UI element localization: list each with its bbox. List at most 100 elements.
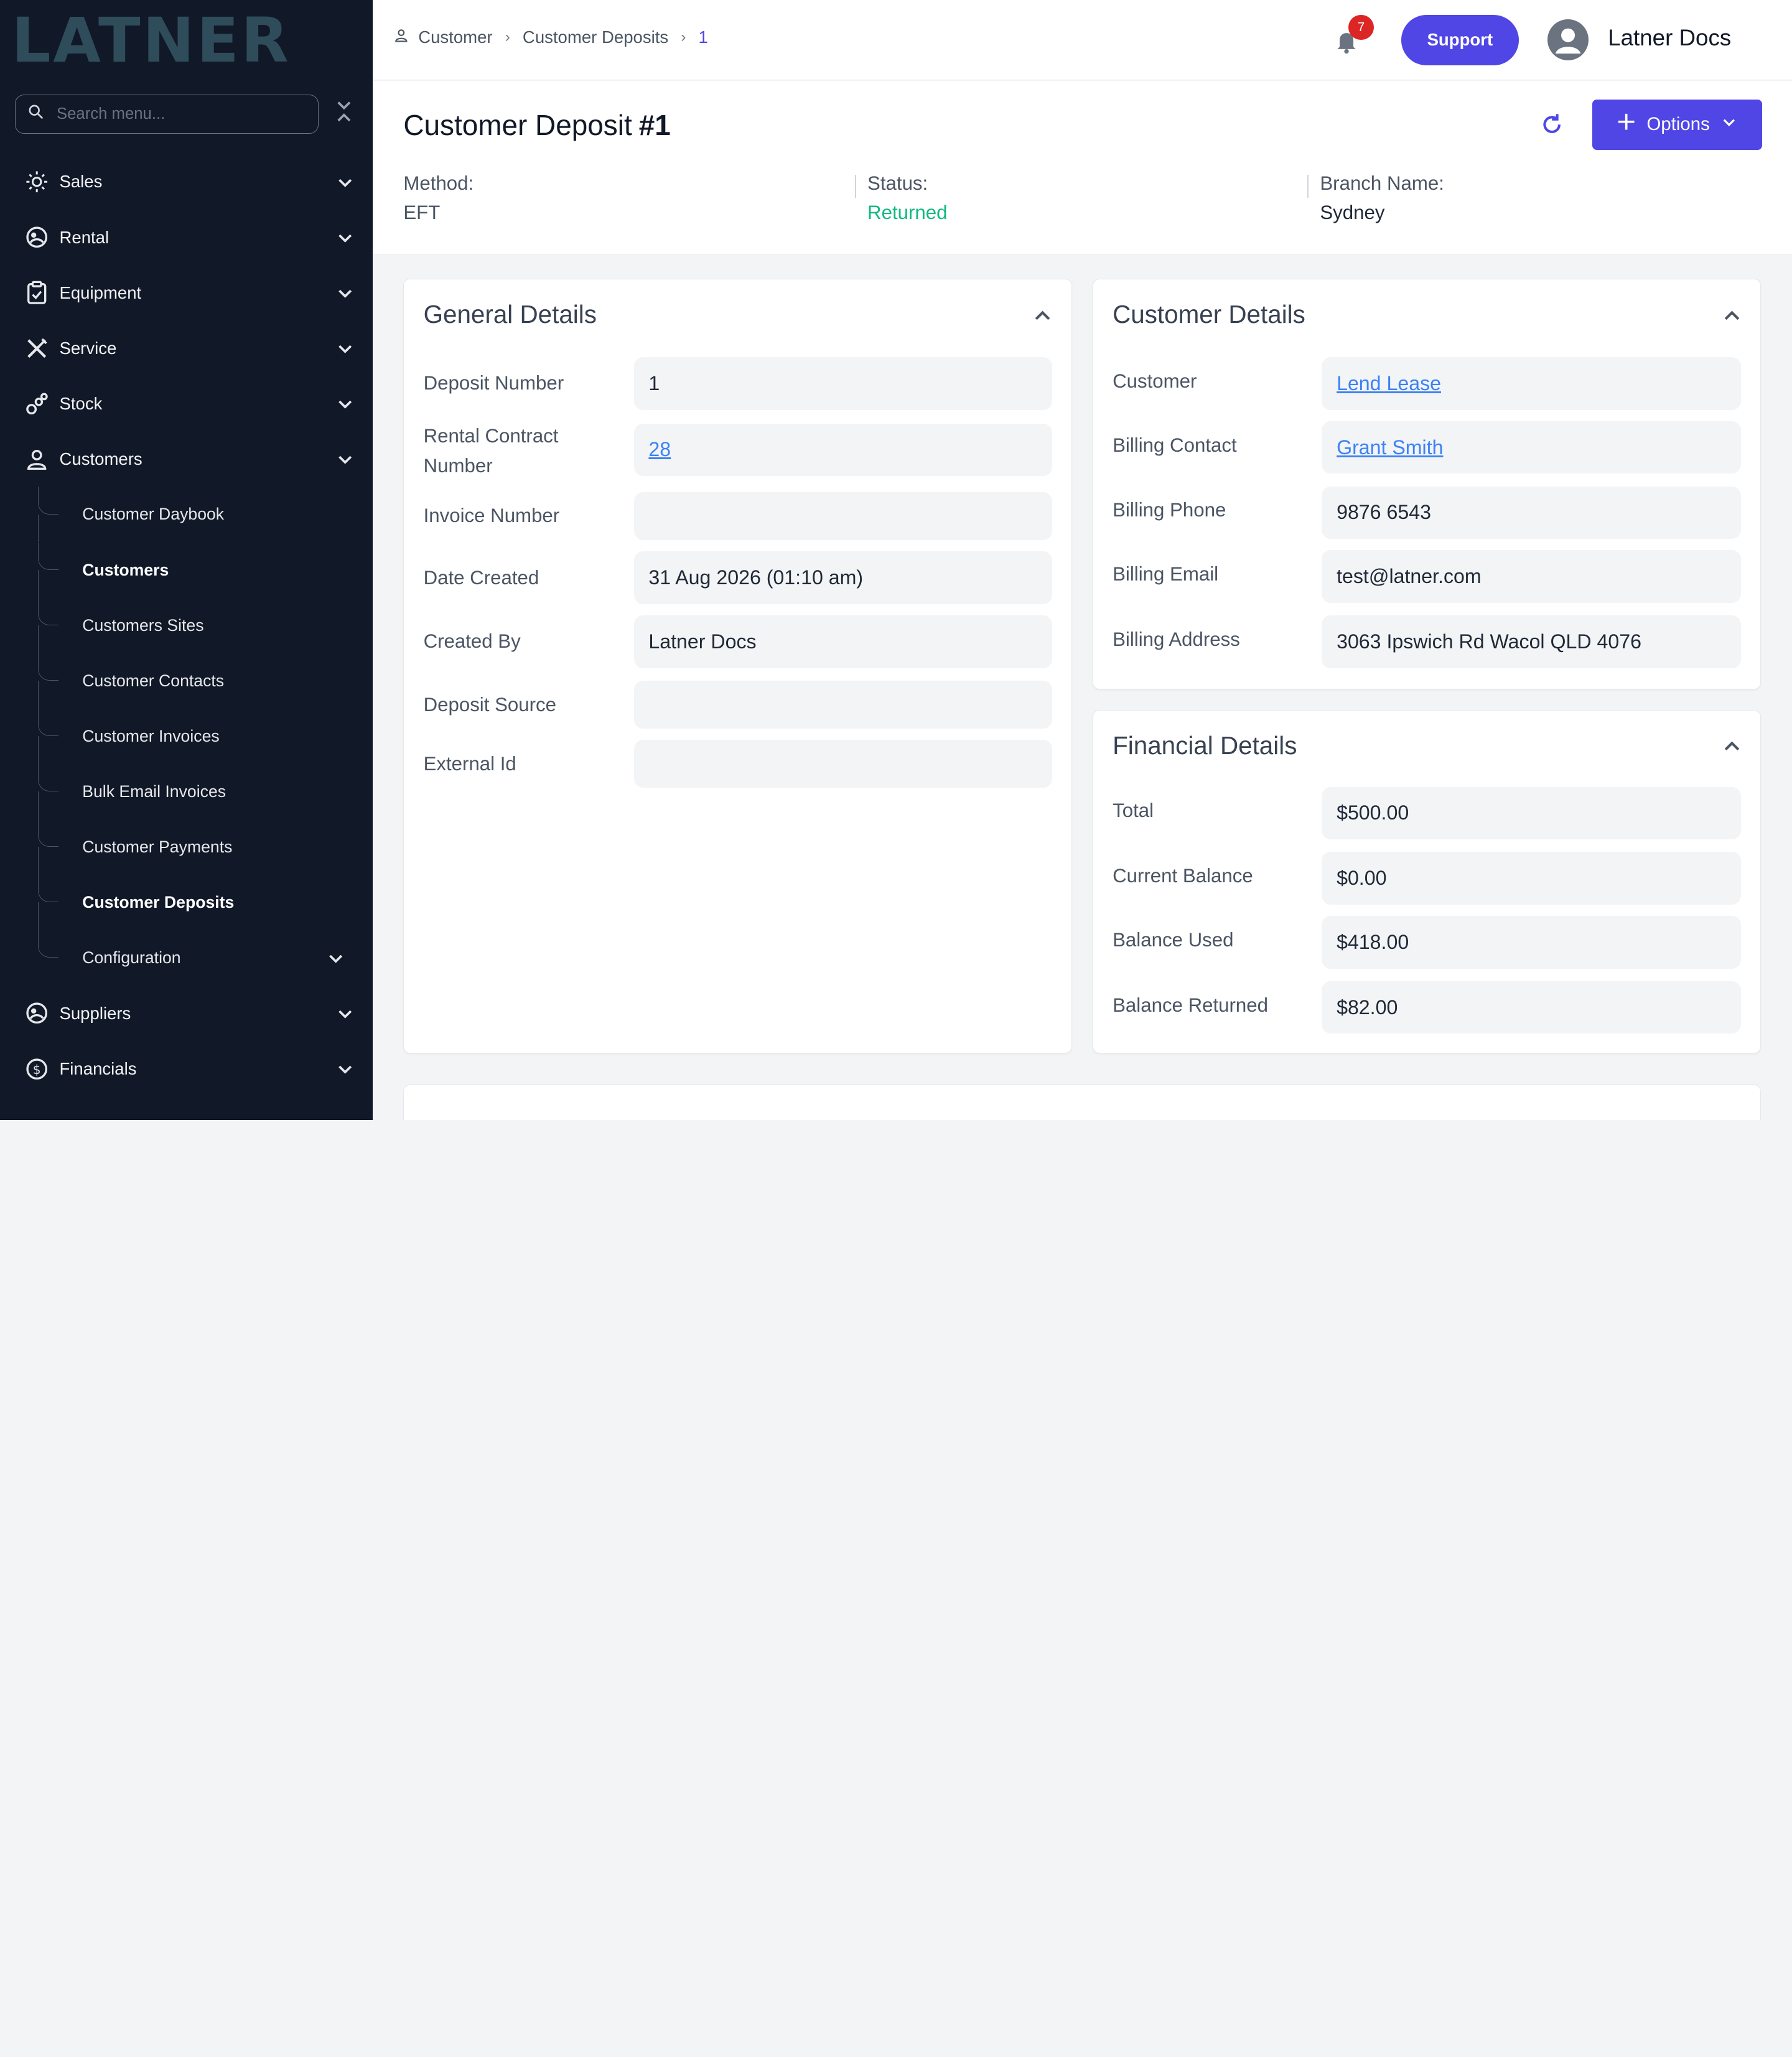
app-root: LATNER Sales <box>0 0 1792 1120</box>
sidebar-item-financials[interactable]: $ Financials <box>0 1041 373 1096</box>
chevron-down-icon <box>1721 114 1737 135</box>
tree-branch-line <box>37 819 58 847</box>
sidebar-item-service[interactable]: Service <box>0 320 373 376</box>
sidebar-subitem-customer-contacts[interactable]: Customer Contacts <box>0 653 373 709</box>
sidebar-search <box>14 95 319 134</box>
tree-branch-line <box>37 653 58 681</box>
related-tabs-card <box>403 1084 1762 1120</box>
field-date-created: Date Created 31 Aug 2026 (01:10 am) <box>424 551 1052 604</box>
user-icon <box>23 445 50 473</box>
sidebar-subitem-bulk-email-invoices[interactable]: Bulk Email Invoices <box>0 763 373 819</box>
tree-vertical-line <box>37 791 39 819</box>
sidebar-subitem-customer-deposits[interactable]: Customer Deposits <box>0 874 373 931</box>
search-icon <box>27 103 45 126</box>
user-avatar[interactable] <box>1547 19 1589 61</box>
latner-logo[interactable]: LATNER <box>11 11 350 71</box>
customer-link[interactable]: Lend Lease <box>1337 372 1441 395</box>
meta-method: Method: EFT <box>403 172 474 224</box>
chevron-up-icon[interactable] <box>1722 735 1742 756</box>
tree-branch-line <box>37 930 58 958</box>
meta-label: Method: <box>403 172 474 195</box>
chevron-down-icon <box>338 234 352 243</box>
tree-vertical-line <box>37 514 39 543</box>
sidebar-subitem-customer-daybook[interactable]: Customer Daybook <box>0 487 373 543</box>
field-label: Billing Email <box>1113 563 1219 585</box>
tree-branch-line <box>37 763 58 791</box>
meta-label: Branch Name: <box>1320 172 1444 195</box>
breadcrumb-customer-deposits[interactable]: Customer Deposits <box>523 27 668 47</box>
meta-value: EFT <box>403 202 441 224</box>
field-value: Latner Docs <box>633 615 1052 668</box>
field-external-id: External Id <box>424 740 1052 788</box>
field-current-balance: Current Balance $0.00 <box>1113 852 1742 905</box>
rental-contract-link[interactable]: 28 <box>648 438 671 461</box>
logo-text: LATNER <box>11 11 291 71</box>
field-billing-email: Billing Email test@latner.com <box>1113 550 1742 603</box>
meta-divider <box>1307 175 1309 198</box>
chevron-right-icon: › <box>681 29 686 46</box>
sidebar-subitem-customer-payments[interactable]: Customer Payments <box>0 819 373 875</box>
field-customer: Customer Lend Lease <box>1113 357 1742 410</box>
sales-icon <box>23 168 50 195</box>
financials-icon: $ <box>23 1055 50 1083</box>
sidebar-item-label: Rental <box>59 227 110 247</box>
user-name[interactable]: Latner Docs <box>1608 25 1731 51</box>
field-invoice-number: Invoice Number <box>424 492 1052 540</box>
support-button[interactable]: Support <box>1401 14 1519 65</box>
record-number: #1 <box>638 109 671 142</box>
chevron-up-icon[interactable] <box>1722 305 1742 325</box>
field-label: Total <box>1113 800 1154 822</box>
sidebar-item-suppliers[interactable]: Suppliers <box>0 986 373 1041</box>
sidebar-subitem-customers-sites[interactable]: Customers Sites <box>0 597 373 653</box>
sidebar-item-rental[interactable]: Rental <box>0 210 373 265</box>
breadcrumb-customer[interactable]: Customer <box>418 27 492 47</box>
sidebar-subitem-label: Configuration <box>82 948 181 968</box>
sidebar-item-customers[interactable]: Customers <box>0 431 373 487</box>
options-label: Options <box>1646 114 1710 135</box>
field-value: 9876 6543 <box>1322 486 1742 539</box>
sidebar-subitem-label: Customers Sites <box>82 615 204 635</box>
chevron-down-icon <box>338 289 352 298</box>
sidebar-item-equipment[interactable]: Equipment <box>0 265 373 320</box>
field-balance-used: Balance Used $418.00 <box>1113 916 1742 969</box>
search-menu-input[interactable] <box>56 105 286 124</box>
field-value <box>633 492 1052 540</box>
sidebar-item-label: Sales <box>59 172 103 192</box>
field-balance-returned: Balance Returned $82.00 <box>1113 981 1742 1034</box>
tree-branch-line <box>37 597 58 625</box>
sidebar-subitem-configuration[interactable]: Configuration <box>0 930 373 986</box>
billing-contact-link[interactable]: Grant Smith <box>1337 436 1443 459</box>
field-label: Billing Contact <box>1113 434 1237 456</box>
record-header: Customer Deposit #1 Options Method: EFT S… <box>372 81 1792 255</box>
field-value: 3063 Ipswich Rd Wacol QLD 4076 <box>1322 615 1742 668</box>
field-value: $82.00 <box>1322 981 1742 1034</box>
sidebar-subitem-label: Customer Payments <box>82 837 233 856</box>
tree-branch-line <box>37 874 58 903</box>
tree-vertical-line <box>37 735 39 764</box>
equipment-icon <box>23 279 50 307</box>
suppliers-icon <box>23 1000 50 1027</box>
service-icon <box>23 335 50 362</box>
status-value: Returned <box>867 202 948 224</box>
field-billing-contact: Billing Contact Grant Smith <box>1113 421 1742 474</box>
sidebar-item-stock[interactable]: Stock <box>0 376 373 431</box>
collapse-menu-button[interactable] <box>332 101 357 128</box>
card-title: Financial Details <box>1113 730 1297 760</box>
refresh-icon[interactable] <box>1539 112 1564 137</box>
field-label: Billing Phone <box>1113 499 1226 521</box>
sidebar-subitem-customers[interactable]: Customers <box>0 542 373 598</box>
field-label: Customer <box>1113 370 1197 392</box>
field-value: $0.00 <box>1322 852 1742 905</box>
field-value: $500.00 <box>1322 786 1742 840</box>
sidebar-item-sales[interactable]: Sales <box>0 154 373 210</box>
field-label: Billing Address <box>1113 628 1240 650</box>
chevron-right-icon: › <box>505 29 510 46</box>
options-button[interactable]: Options <box>1592 99 1763 150</box>
tree-vertical-line <box>37 902 39 931</box>
sidebar: LATNER Sales <box>0 0 373 1120</box>
field-label: Current Balance <box>1113 865 1253 887</box>
chevron-up-icon[interactable] <box>1032 305 1053 325</box>
notification-badge: 7 <box>1348 14 1374 40</box>
sidebar-subitem-customer-invoices[interactable]: Customer Invoices <box>0 708 373 764</box>
meta-divider <box>854 175 856 198</box>
